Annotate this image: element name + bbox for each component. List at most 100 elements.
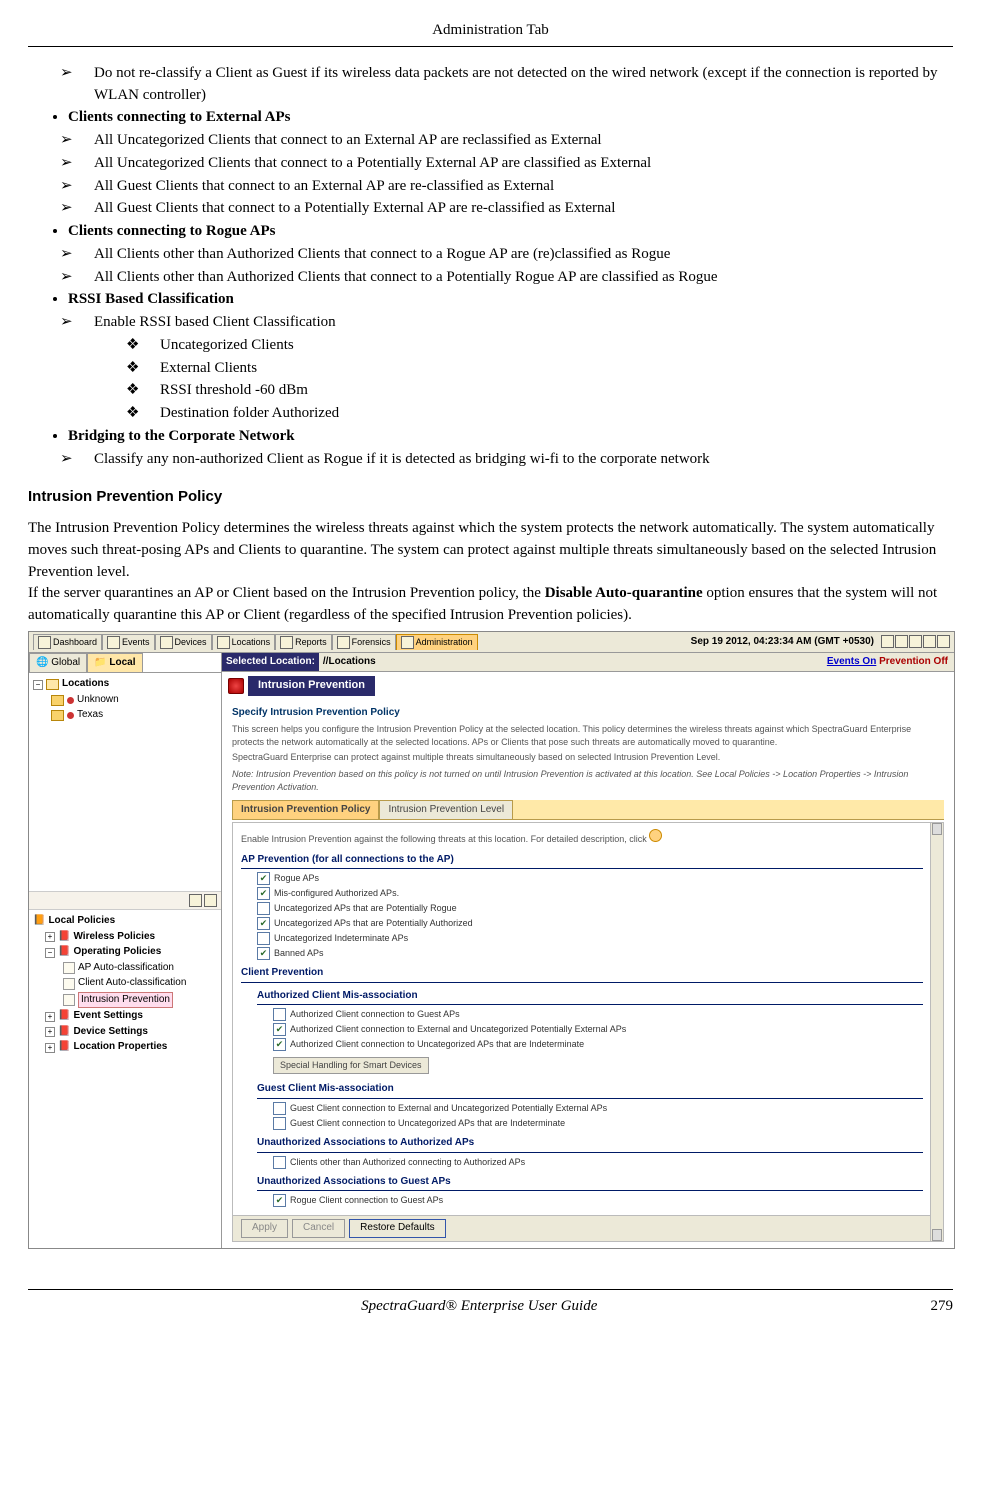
status-red-icon bbox=[67, 712, 74, 719]
tab-administration[interactable]: Administration bbox=[396, 634, 478, 650]
checkbox-icon[interactable] bbox=[257, 947, 270, 960]
app-toolbar: Dashboard Events Devices Locations Repor… bbox=[29, 632, 954, 653]
tab-devices[interactable]: Devices bbox=[155, 634, 212, 650]
checkbox-icon[interactable] bbox=[257, 887, 270, 900]
page-number: 279 bbox=[930, 1296, 953, 1318]
checkbox-row[interactable]: Guest Client connection to External and … bbox=[273, 1102, 923, 1115]
checkbox-row[interactable]: Authorized Client connection to Uncatego… bbox=[273, 1038, 923, 1051]
text: If the server quarantines an AP or Clien… bbox=[28, 585, 545, 601]
admin-icon bbox=[401, 636, 414, 649]
tree-label: Unknown bbox=[77, 693, 119, 708]
checkbox-row[interactable]: Mis-configured Authorized APs. bbox=[257, 887, 923, 900]
checkbox-icon[interactable] bbox=[273, 1117, 286, 1130]
checkbox-icon[interactable] bbox=[273, 1194, 286, 1207]
enable-line: Enable Intrusion Prevention against the … bbox=[241, 834, 647, 844]
list-icon[interactable] bbox=[909, 635, 922, 648]
policy-node[interactable]: +📕Event Settings bbox=[33, 1009, 217, 1024]
checkbox-row[interactable]: Authorized Client connection to External… bbox=[273, 1023, 923, 1036]
expand-icon[interactable]: + bbox=[45, 1027, 55, 1037]
checkbox-icon[interactable] bbox=[273, 1102, 286, 1115]
checkbox-label: Guest Client connection to Uncategorized… bbox=[290, 1117, 565, 1130]
tab-local[interactable]: 📁 Local bbox=[87, 653, 142, 673]
vertical-scrollbar[interactable] bbox=[930, 823, 943, 1240]
restore-defaults-button[interactable]: Restore Defaults bbox=[349, 1219, 445, 1238]
collapse-icon[interactable]: − bbox=[45, 948, 55, 958]
alert-icon[interactable] bbox=[923, 635, 936, 648]
events-on-link[interactable]: Events On bbox=[827, 656, 876, 667]
label: Wireless Policies bbox=[73, 930, 155, 945]
tree-root[interactable]: − Locations bbox=[33, 677, 217, 693]
content: Do not re-classify a Client as Guest if … bbox=[28, 63, 953, 1249]
tree-node[interactable]: Unknown bbox=[33, 693, 217, 709]
checkbox-icon[interactable] bbox=[273, 1156, 286, 1169]
policy-node[interactable]: −📕Operating Policies bbox=[33, 945, 217, 960]
checkbox-icon[interactable] bbox=[257, 932, 270, 945]
logout-icon[interactable] bbox=[937, 635, 950, 648]
checkbox-row[interactable]: Rogue Client connection to Guest APs bbox=[273, 1194, 923, 1207]
tree-node[interactable]: Texas bbox=[33, 708, 217, 724]
tab-forensics[interactable]: Forensics bbox=[332, 634, 396, 650]
checkbox-label: Guest Client connection to External and … bbox=[290, 1102, 607, 1115]
checkbox-icon[interactable] bbox=[257, 917, 270, 930]
expand-icon[interactable]: + bbox=[45, 932, 55, 942]
shield-icon bbox=[228, 678, 244, 694]
book-icon: 📕 bbox=[58, 945, 70, 960]
collapse-icon[interactable]: − bbox=[33, 680, 43, 690]
refresh-icon[interactable] bbox=[881, 635, 894, 648]
checkbox-icon[interactable] bbox=[257, 872, 270, 885]
checkbox-icon[interactable] bbox=[273, 1038, 286, 1051]
checkbox-row[interactable]: Clients other than Authorized connecting… bbox=[273, 1156, 923, 1169]
policy-leaf[interactable]: AP Auto-classification bbox=[33, 961, 217, 976]
label: Location Properties bbox=[73, 1040, 167, 1055]
tab-ipp-level[interactable]: Intrusion Prevention Level bbox=[379, 800, 513, 820]
policy-node[interactable]: +📕Wireless Policies bbox=[33, 930, 217, 945]
chev-list: All Clients other than Authorized Client… bbox=[28, 244, 953, 289]
selected-location-path: //Locations bbox=[319, 655, 380, 670]
checkbox-icon[interactable] bbox=[273, 1008, 286, 1021]
checkbox-row[interactable]: Uncategorized APs that are Potentially R… bbox=[257, 902, 923, 915]
label: AP Auto-classification bbox=[78, 961, 174, 976]
expand-icon[interactable]: + bbox=[45, 1043, 55, 1053]
policy-node[interactable]: +📕Location Properties bbox=[33, 1040, 217, 1055]
checkbox-label: Authorized Client connection to Uncatego… bbox=[290, 1038, 584, 1051]
page-footer: SpectraGuard® Enterprise User Guide 279 bbox=[28, 1290, 953, 1318]
expand-icon[interactable]: + bbox=[45, 1012, 55, 1022]
checkbox-row[interactable]: Uncategorized Indeterminate APs bbox=[257, 932, 923, 945]
list-item: All Clients other than Authorized Client… bbox=[94, 244, 953, 266]
tree-label: Locations bbox=[62, 677, 109, 692]
checkbox-row[interactable]: Authorized Client connection to Guest AP… bbox=[273, 1008, 923, 1021]
smart-devices-button[interactable]: Special Handling for Smart Devices bbox=[273, 1057, 429, 1074]
tab-events[interactable]: Events bbox=[102, 634, 155, 650]
list-item: Do not re-classify a Client as Guest if … bbox=[94, 63, 953, 107]
main-nav-tabs: Dashboard Events Devices Locations Repor… bbox=[33, 634, 478, 650]
tab-locations[interactable]: Locations bbox=[212, 634, 276, 650]
tab-global[interactable]: 🌐 Global bbox=[29, 653, 87, 673]
checkbox-row[interactable]: Banned APs bbox=[257, 947, 923, 960]
bold-text: Disable Auto-quarantine bbox=[545, 585, 703, 601]
book-icon: 📕 bbox=[58, 1025, 70, 1040]
checkbox-icon[interactable] bbox=[257, 902, 270, 915]
help-icon[interactable] bbox=[895, 635, 908, 648]
apply-button[interactable]: Apply bbox=[241, 1219, 288, 1238]
list-item: Bridging to the Corporate Network bbox=[68, 426, 953, 448]
list-item: Destination folder Authorized bbox=[160, 403, 953, 425]
checkbox-row[interactable]: Rogue APs bbox=[257, 872, 923, 885]
tab-reports[interactable]: Reports bbox=[275, 634, 332, 650]
policy-node[interactable]: +📕Device Settings bbox=[33, 1025, 217, 1040]
chev-list: Classify any non-authorized Client as Ro… bbox=[28, 449, 953, 471]
policy-leaf[interactable]: Client Auto-classification bbox=[33, 976, 217, 991]
tool-icon[interactable] bbox=[189, 894, 202, 907]
toolbar-right: Sep 19 2012, 04:23:34 AM (GMT +0530) bbox=[691, 635, 950, 650]
tool-icon[interactable] bbox=[204, 894, 217, 907]
help-icon[interactable] bbox=[649, 829, 662, 842]
tab-ipp-policy[interactable]: Intrusion Prevention Policy bbox=[232, 800, 379, 820]
events-status[interactable]: Events On Prevention Off bbox=[827, 655, 954, 670]
tab-dashboard[interactable]: Dashboard bbox=[33, 634, 102, 650]
cancel-button[interactable]: Cancel bbox=[292, 1219, 345, 1238]
checkbox-row[interactable]: Uncategorized APs that are Potentially A… bbox=[257, 917, 923, 930]
inner-tabs: Intrusion Prevention Policy Intrusion Pr… bbox=[232, 800, 944, 821]
checkbox-icon[interactable] bbox=[273, 1023, 286, 1036]
label: Operating Policies bbox=[73, 945, 161, 960]
policy-leaf-selected[interactable]: Intrusion Prevention bbox=[33, 992, 217, 1009]
checkbox-row[interactable]: Guest Client connection to Uncategorized… bbox=[273, 1117, 923, 1130]
